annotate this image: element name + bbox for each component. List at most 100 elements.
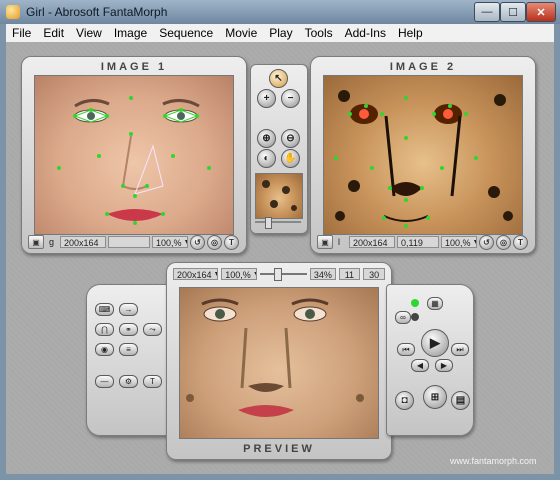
preview-canvas[interactable] [179, 287, 379, 439]
keypoint[interactable] [432, 112, 436, 116]
keypoint[interactable] [364, 104, 368, 108]
keypoint[interactable] [334, 156, 338, 160]
keypoint[interactable] [73, 114, 77, 118]
preview-zoom-select[interactable]: 100,%▼ [221, 268, 257, 280]
last-frame-icon[interactable]: ⏭ [451, 343, 469, 356]
keypoint[interactable] [370, 166, 374, 170]
menu-edit[interactable]: Edit [37, 24, 70, 42]
preview-size-select[interactable]: 200x164▼ [173, 268, 219, 280]
layers-icon[interactable]: ≡ [119, 343, 138, 356]
rotate-icon[interactable]: ↺ [479, 234, 494, 250]
text-icon[interactable]: T [513, 234, 528, 250]
fit-icon[interactable]: ◐ [257, 149, 276, 168]
hand-tool-icon[interactable]: ✋ [281, 149, 300, 168]
keypoint[interactable] [464, 112, 468, 116]
prev-frame-icon[interactable]: ◀ [411, 359, 429, 372]
zoom-out-icon[interactable]: ⊖ [281, 129, 300, 148]
slider-thumb[interactable] [273, 268, 282, 281]
keypoint[interactable] [404, 96, 408, 100]
keypoint[interactable] [348, 112, 352, 116]
keypoint[interactable] [380, 112, 384, 116]
image2-size-field: 200x164 [349, 236, 395, 248]
keypoint[interactable] [382, 216, 386, 220]
menu-view[interactable]: View [70, 24, 108, 42]
target-icon[interactable]: ◎ [496, 234, 511, 250]
zoom-in-icon[interactable]: ⊕ [257, 129, 276, 148]
pointer-tool-icon[interactable]: ↖ [269, 69, 288, 88]
keypoint[interactable] [121, 184, 125, 188]
target-icon[interactable]: ◎ [207, 234, 222, 250]
keypoint[interactable] [404, 224, 408, 228]
keypoint[interactable] [388, 186, 392, 190]
keypoint[interactable] [404, 198, 408, 202]
keypoint[interactable] [171, 154, 175, 158]
image1-canvas[interactable] [34, 75, 234, 235]
keyboard-icon[interactable]: ⌨ [95, 303, 114, 316]
menu-help[interactable]: Help [392, 24, 429, 42]
keypoint[interactable] [57, 166, 61, 170]
keypoint[interactable] [404, 136, 408, 140]
player-control-panel: ▦ ∞ ▶ ⏮ ⏭ ◀ ▶ ◘ ⊞ ▤ [386, 284, 474, 436]
magnet-icon[interactable]: ⋂ [95, 323, 114, 336]
unlink-icon[interactable]: ⤳ [143, 323, 162, 336]
first-frame-icon[interactable]: ⏮ [397, 343, 415, 356]
add-point-icon[interactable]: + [257, 89, 276, 108]
open-image2-button[interactable]: ▣ [317, 235, 333, 249]
keypoint[interactable] [448, 104, 452, 108]
menu-add-ins[interactable]: Add-Ins [339, 24, 392, 42]
image2-status-bar: ▣ l 200x164 0,119 100,%▼ ↺ ◎ T [317, 234, 529, 250]
maximize-button[interactable]: ☐ [500, 2, 526, 22]
menu-file[interactable]: File [6, 24, 37, 42]
next-frame-icon[interactable]: ▶ [435, 359, 453, 372]
eye-icon[interactable]: ◉ [95, 343, 114, 356]
play-button[interactable]: ▶ [421, 329, 449, 357]
keypoint[interactable] [105, 114, 109, 118]
keypoint[interactable] [163, 114, 167, 118]
morph-percent-slider[interactable] [259, 268, 307, 281]
grid-icon[interactable]: ▦ [427, 297, 443, 310]
save-icon[interactable]: ▤ [451, 391, 470, 410]
image1-zoom-select[interactable]: 100,%▼ [152, 236, 188, 248]
keypoint[interactable] [195, 114, 199, 118]
close-button[interactable]: ✕ [526, 2, 556, 22]
keypoint[interactable] [440, 166, 444, 170]
rotate-icon[interactable]: ↺ [190, 234, 205, 250]
menu-image[interactable]: Image [108, 24, 153, 42]
export-movie-icon[interactable]: ⊞ [423, 385, 447, 409]
menu-tools[interactable]: Tools [299, 24, 339, 42]
keypoint[interactable] [161, 212, 165, 216]
keypoint[interactable] [97, 154, 101, 158]
menu-play[interactable]: Play [263, 24, 298, 42]
camera-icon[interactable]: ◘ [395, 391, 414, 410]
image2-zoom-select[interactable]: 100,%▼ [441, 236, 477, 248]
link-icon[interactable]: ⚭ [119, 323, 138, 336]
open-image1-button[interactable]: ▣ [28, 235, 44, 249]
keypoint[interactable] [129, 96, 133, 100]
keypoint[interactable] [89, 108, 93, 112]
menu-sequence[interactable]: Sequence [153, 24, 219, 42]
arrow-right-icon[interactable]: → [119, 303, 138, 316]
menu-movie[interactable]: Movie [219, 24, 263, 42]
image2-canvas[interactable] [323, 75, 523, 235]
title-bar[interactable]: Girl - Abrosoft FantaMorph — ☐ ✕ [0, 0, 560, 24]
morph-slider-track[interactable] [255, 221, 301, 223]
loop-icon[interactable]: ∞ [395, 311, 411, 324]
keypoint[interactable] [474, 156, 478, 160]
minimize-button[interactable]: — [474, 2, 500, 22]
text-icon[interactable]: T [224, 234, 239, 250]
keypoint[interactable] [426, 216, 430, 220]
keypoint[interactable] [133, 194, 137, 198]
keypoint[interactable] [179, 108, 183, 112]
keypoint[interactable] [145, 184, 149, 188]
keypoint[interactable] [133, 221, 137, 225]
keypoint[interactable] [105, 212, 109, 216]
keypoint[interactable] [129, 132, 133, 136]
preview-panel: 200x164▼ 100,%▼ 34% 11 30 [166, 262, 392, 460]
line-icon[interactable]: — [95, 375, 114, 388]
keypoint[interactable] [420, 186, 424, 190]
remove-point-icon[interactable]: − [281, 89, 300, 108]
gear-icon[interactable]: ⚙ [119, 375, 138, 388]
morph-slider-thumb[interactable] [265, 217, 272, 229]
keypoint[interactable] [207, 166, 211, 170]
text-tool-icon[interactable]: T [143, 375, 162, 388]
